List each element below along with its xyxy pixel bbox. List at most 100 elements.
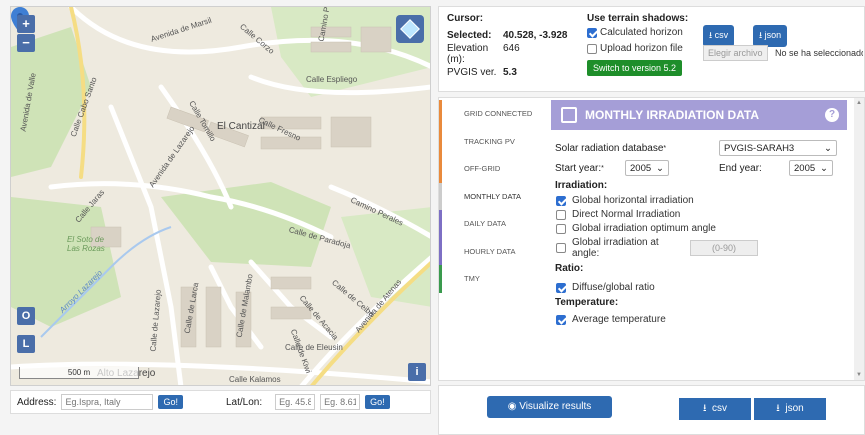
layers-button[interactable] — [396, 15, 424, 43]
tool-tabs: GRID CONNECTED TRACKING PV OFF-GRID MONT… — [439, 100, 539, 293]
results-bar: ◉ Visualize results ⭳ csv ⭳ json — [438, 385, 865, 435]
scroll-up-icon[interactable]: ▲ — [856, 100, 862, 106]
latlon-go-button[interactable]: Go! — [365, 395, 390, 409]
tool-panel: GRID CONNECTED TRACKING PV OFF-GRID MONT… — [438, 97, 865, 381]
map-info-button[interactable]: i — [408, 363, 426, 381]
option-label: Average temperature — [572, 314, 666, 325]
visualize-label: Visualize results — [519, 401, 592, 412]
zoom-in-button[interactable]: + — [17, 15, 35, 33]
chevron-down-icon: ⌄ — [656, 162, 664, 174]
json-label: json — [764, 30, 782, 40]
option-label: Global irradiation optimum angle — [572, 223, 716, 234]
optimum-angle-option[interactable]: Global irradiation optimum angle — [555, 223, 843, 234]
horizon-json-button[interactable]: ⭳ json — [753, 25, 788, 47]
map-label: Calle Kalamos — [229, 375, 281, 384]
lon-input[interactable] — [320, 394, 361, 410]
address-label: Address: — [17, 396, 57, 408]
tab-grid-connected[interactable]: GRID CONNECTED — [439, 100, 539, 128]
db-value: PVGIS-SARAH3 — [724, 142, 795, 154]
terrain-options: Use terrain shadows: Calculated horizon … — [587, 13, 702, 76]
tab-tmy[interactable]: TMY — [439, 265, 539, 293]
layers-icon — [400, 19, 420, 39]
start-year-select[interactable]: 2005 ⌄ — [625, 160, 669, 176]
csv-label: csv — [714, 30, 729, 40]
tab-monthly-data[interactable]: MONTHLY DATA — [439, 182, 539, 210]
db-select[interactable]: PVGIS-SARAH3 ⌄ — [719, 140, 837, 156]
pvgis-version-label: PVGIS ver. — [447, 67, 497, 78]
calculated-horizon-option[interactable]: Calculated horizon — [587, 27, 702, 38]
pvgis-version-value: 5.3 — [503, 67, 517, 78]
help-icon[interactable]: ? — [825, 108, 839, 122]
latlon-label: Lat/Lon: — [225, 396, 263, 408]
start-year-label: Start year: — [555, 162, 602, 174]
end-year-value: 2005 — [794, 162, 816, 174]
location-info: Cursor: Selected: 40.528, -3.928 Elevati… — [447, 13, 587, 80]
lat-input[interactable] — [275, 394, 316, 410]
end-year-label: End year: — [719, 162, 762, 174]
selected-label: Selected: — [447, 30, 492, 41]
checkbox-icon[interactable] — [587, 43, 597, 54]
results-csv-button[interactable]: ⭳ csv — [679, 398, 751, 420]
panel-scrollbar[interactable]: ▲ ▼ — [854, 98, 864, 380]
diffuse-ratio-option[interactable]: Diffuse/global ratio — [555, 282, 843, 293]
checkbox-checked-icon[interactable] — [556, 195, 566, 206]
horizon-csv-button[interactable]: ⭳ csv — [703, 25, 735, 47]
file-status: No se ha seleccionado — [775, 48, 863, 58]
irradiation-label: Irradiation: — [555, 180, 608, 191]
choose-file-button[interactable]: Elegir archivo — [703, 45, 768, 61]
map-view[interactable]: Avenida de Marsil Calle Corzo Camino Per… — [10, 6, 431, 386]
map-scale: 500 m — [19, 367, 139, 379]
map-label: El Cantizal — [217, 121, 265, 132]
calendar-icon — [561, 107, 577, 123]
map-label: Calle de Eleusin — [285, 343, 343, 352]
elevation-value: 646 — [503, 43, 520, 54]
switch-version-button[interactable]: Switch to version 5.2 — [587, 60, 683, 76]
info-panel: Cursor: Selected: 40.528, -3.928 Elevati… — [438, 6, 865, 92]
chevron-down-icon: ⌄ — [820, 162, 828, 174]
upload-horizon-option[interactable]: Upload horizon file — [587, 43, 702, 54]
upload-horizon-label: Upload horizon file — [600, 43, 683, 54]
tab-off-grid[interactable]: OFF-GRID — [439, 155, 539, 183]
visualize-results-button[interactable]: ◉ Visualize results — [487, 396, 612, 418]
cursor-label: Cursor: — [447, 13, 484, 24]
selected-value: 40.528, -3.928 — [503, 30, 568, 41]
db-label: Solar radiation database — [555, 142, 664, 154]
end-year-select[interactable]: 2005 ⌄ — [789, 160, 833, 176]
tab-daily-data[interactable]: DAILY DATA — [439, 210, 539, 238]
checkbox-icon[interactable] — [556, 243, 566, 253]
option-label: Global horizontal irradiation — [572, 195, 694, 206]
start-year-value: 2005 — [630, 162, 652, 174]
address-input[interactable] — [61, 394, 154, 410]
checkbox-checked-icon[interactable] — [556, 282, 566, 293]
checkbox-icon[interactable] — [556, 223, 566, 234]
direct-normal-option[interactable]: Direct Normal Irradiation — [555, 209, 843, 220]
tab-hourly-data[interactable]: HOURLY DATA — [439, 237, 539, 265]
option-label: Direct Normal Irradiation — [572, 209, 681, 220]
map-l-button[interactable]: L — [17, 335, 35, 353]
elevation-label: Elevation (m): — [447, 43, 489, 65]
angle-input[interactable]: (0-90) — [690, 240, 758, 256]
eye-icon: ◉ — [507, 401, 517, 412]
tab-tracking-pv[interactable]: TRACKING PV — [439, 127, 539, 155]
global-horizontal-option[interactable]: Global horizontal irradiation — [555, 195, 843, 206]
average-temperature-option[interactable]: Average temperature — [555, 314, 843, 325]
required-icon: * — [601, 164, 604, 172]
results-json-button[interactable]: ⭳ json — [754, 398, 826, 420]
angle-option[interactable]: Global irradiation at angle: (0-90) — [555, 237, 843, 259]
calculated-horizon-label: Calculated horizon — [600, 27, 683, 38]
checkbox-icon[interactable] — [556, 209, 566, 220]
checkbox-checked-icon[interactable] — [587, 27, 597, 38]
map-o-button[interactable]: O — [17, 307, 35, 325]
csv-label: csv — [712, 403, 728, 414]
monthly-title: MONTHLY IRRADIATION DATA — [585, 108, 759, 122]
required-icon: * — [663, 144, 667, 152]
address-bar: Address: Go! Lat/Lon: Go! — [10, 390, 431, 414]
address-go-button[interactable]: Go! — [158, 395, 183, 409]
chevron-down-icon: ⌄ — [824, 142, 832, 154]
scroll-down-icon[interactable]: ▼ — [856, 372, 862, 378]
map-label: El Soto de Las Rozas — [67, 235, 105, 253]
monthly-title-bar: MONTHLY IRRADIATION DATA ? — [551, 100, 847, 130]
temperature-label: Temperature: — [555, 297, 619, 308]
checkbox-checked-icon[interactable] — [556, 314, 566, 325]
zoom-out-button[interactable]: − — [17, 34, 35, 52]
